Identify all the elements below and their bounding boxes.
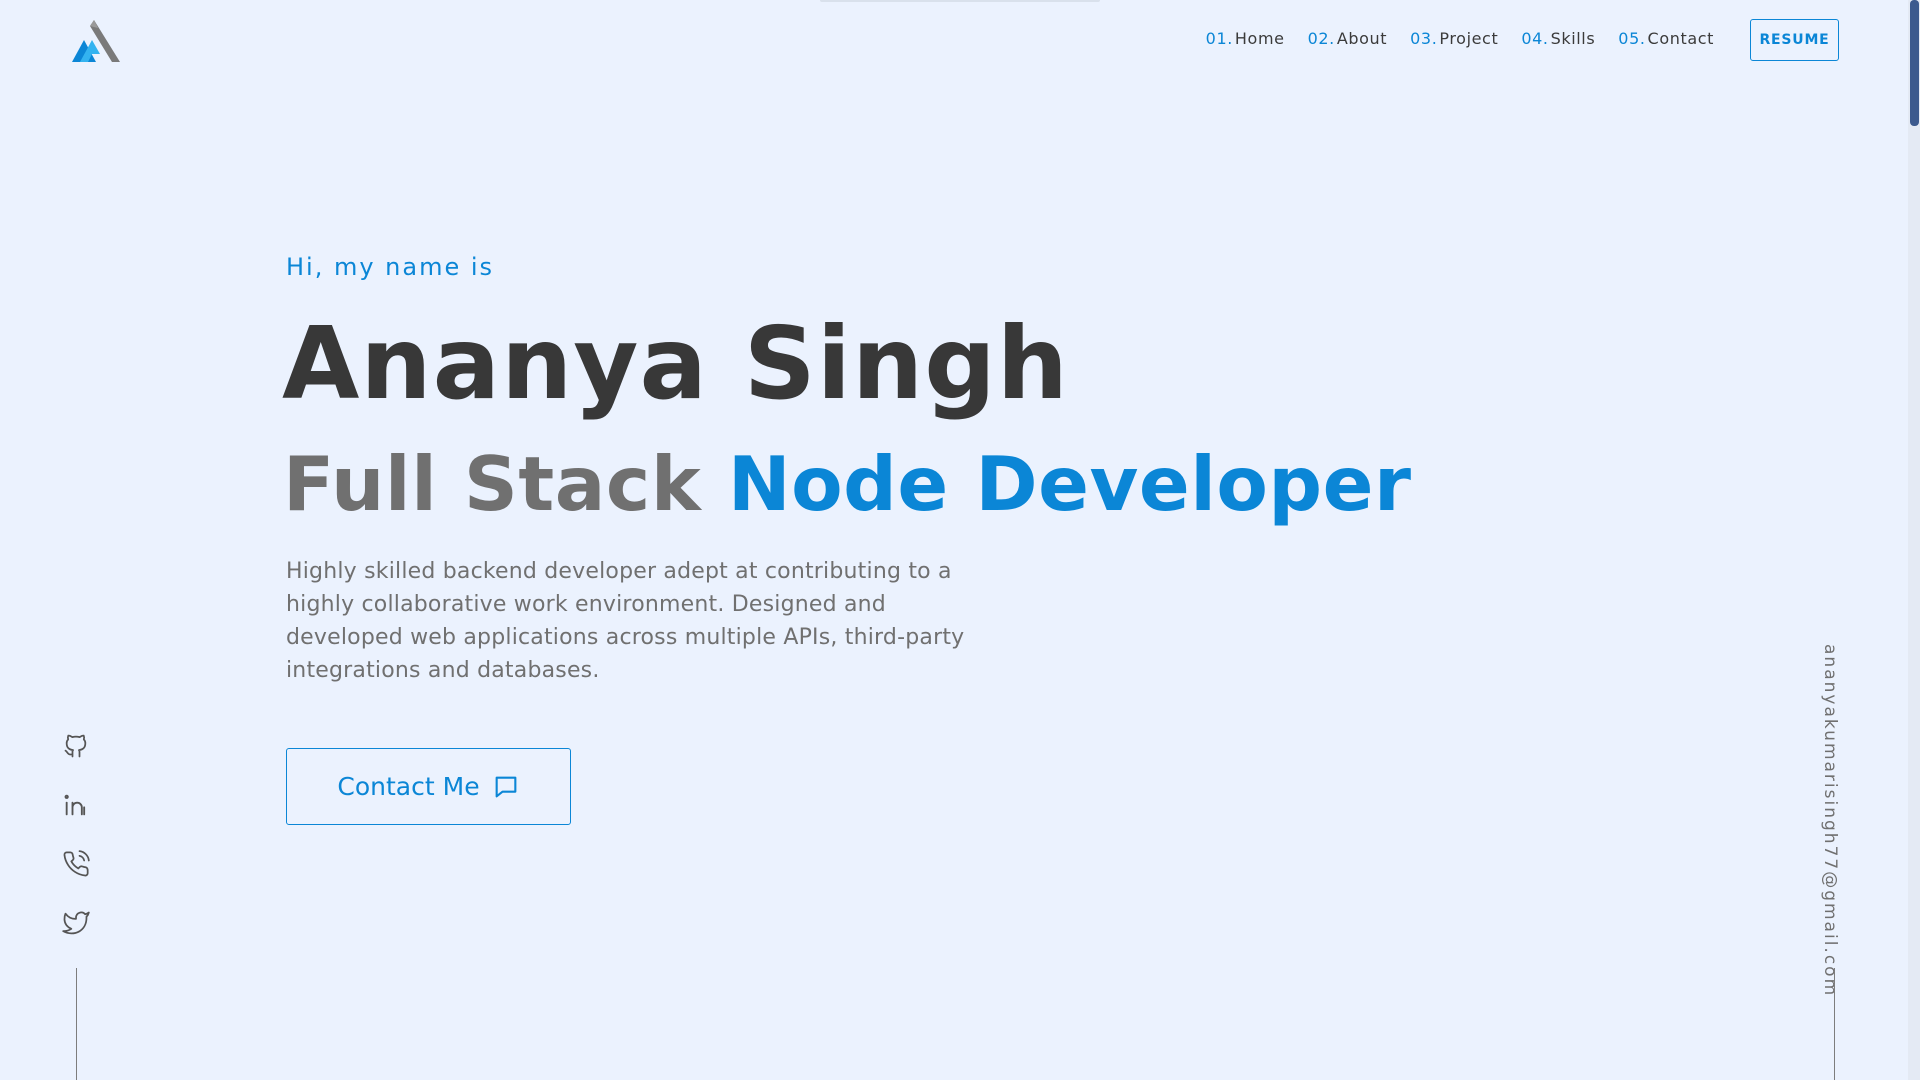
scrollbar-thumb[interactable] [1910, 0, 1919, 126]
nav-item-contact[interactable]: 05. Contact [1618, 29, 1714, 48]
main-nav: 01. Home 02. About 03. Project 04. Skills 05… [1206, 29, 1714, 48]
hero-bio: Highly skilled backend developer adept a… [286, 559, 965, 683]
greeting-text: Hi, my name is [286, 253, 495, 281]
hero-name: Ananya Singh [282, 305, 1069, 422]
nav-item-about[interactable]: 02. About [1308, 29, 1388, 48]
page-scrollbar[interactable] [1908, 0, 1920, 1080]
left-vertical-line [76, 968, 77, 1080]
right-vertical-line [1834, 968, 1835, 1080]
phone-icon[interactable] [62, 850, 90, 878]
contact-me-label: Contact Me [337, 772, 480, 801]
github-icon[interactable] [62, 732, 90, 760]
role-prefix: Full Stack [283, 440, 702, 528]
linkedin-icon[interactable] [62, 791, 90, 819]
email-link[interactable]: ananyakumarisingh77@gmail.com [1820, 644, 1840, 997]
hero-role: Full Stack Node Developer [283, 440, 1411, 528]
nav-item-home[interactable]: 01. Home [1206, 29, 1285, 48]
role-highlight: Node Developer [727, 440, 1412, 528]
twitter-icon[interactable] [62, 909, 90, 937]
top-shadow-decoration [820, 0, 1100, 2]
logo-icon[interactable] [70, 18, 122, 64]
contact-me-button[interactable]: Contact Me [286, 748, 571, 825]
resume-button[interactable]: RESUME [1750, 19, 1839, 61]
nav-item-project[interactable]: 03. Project [1410, 29, 1498, 48]
portfolio-page: 01. Home 02. About 03. Project 04. Skills 05… [0, 0, 1920, 1080]
message-icon [495, 776, 516, 797]
social-links [62, 732, 90, 937]
nav-item-skills[interactable]: 04. Skills [1521, 29, 1595, 48]
